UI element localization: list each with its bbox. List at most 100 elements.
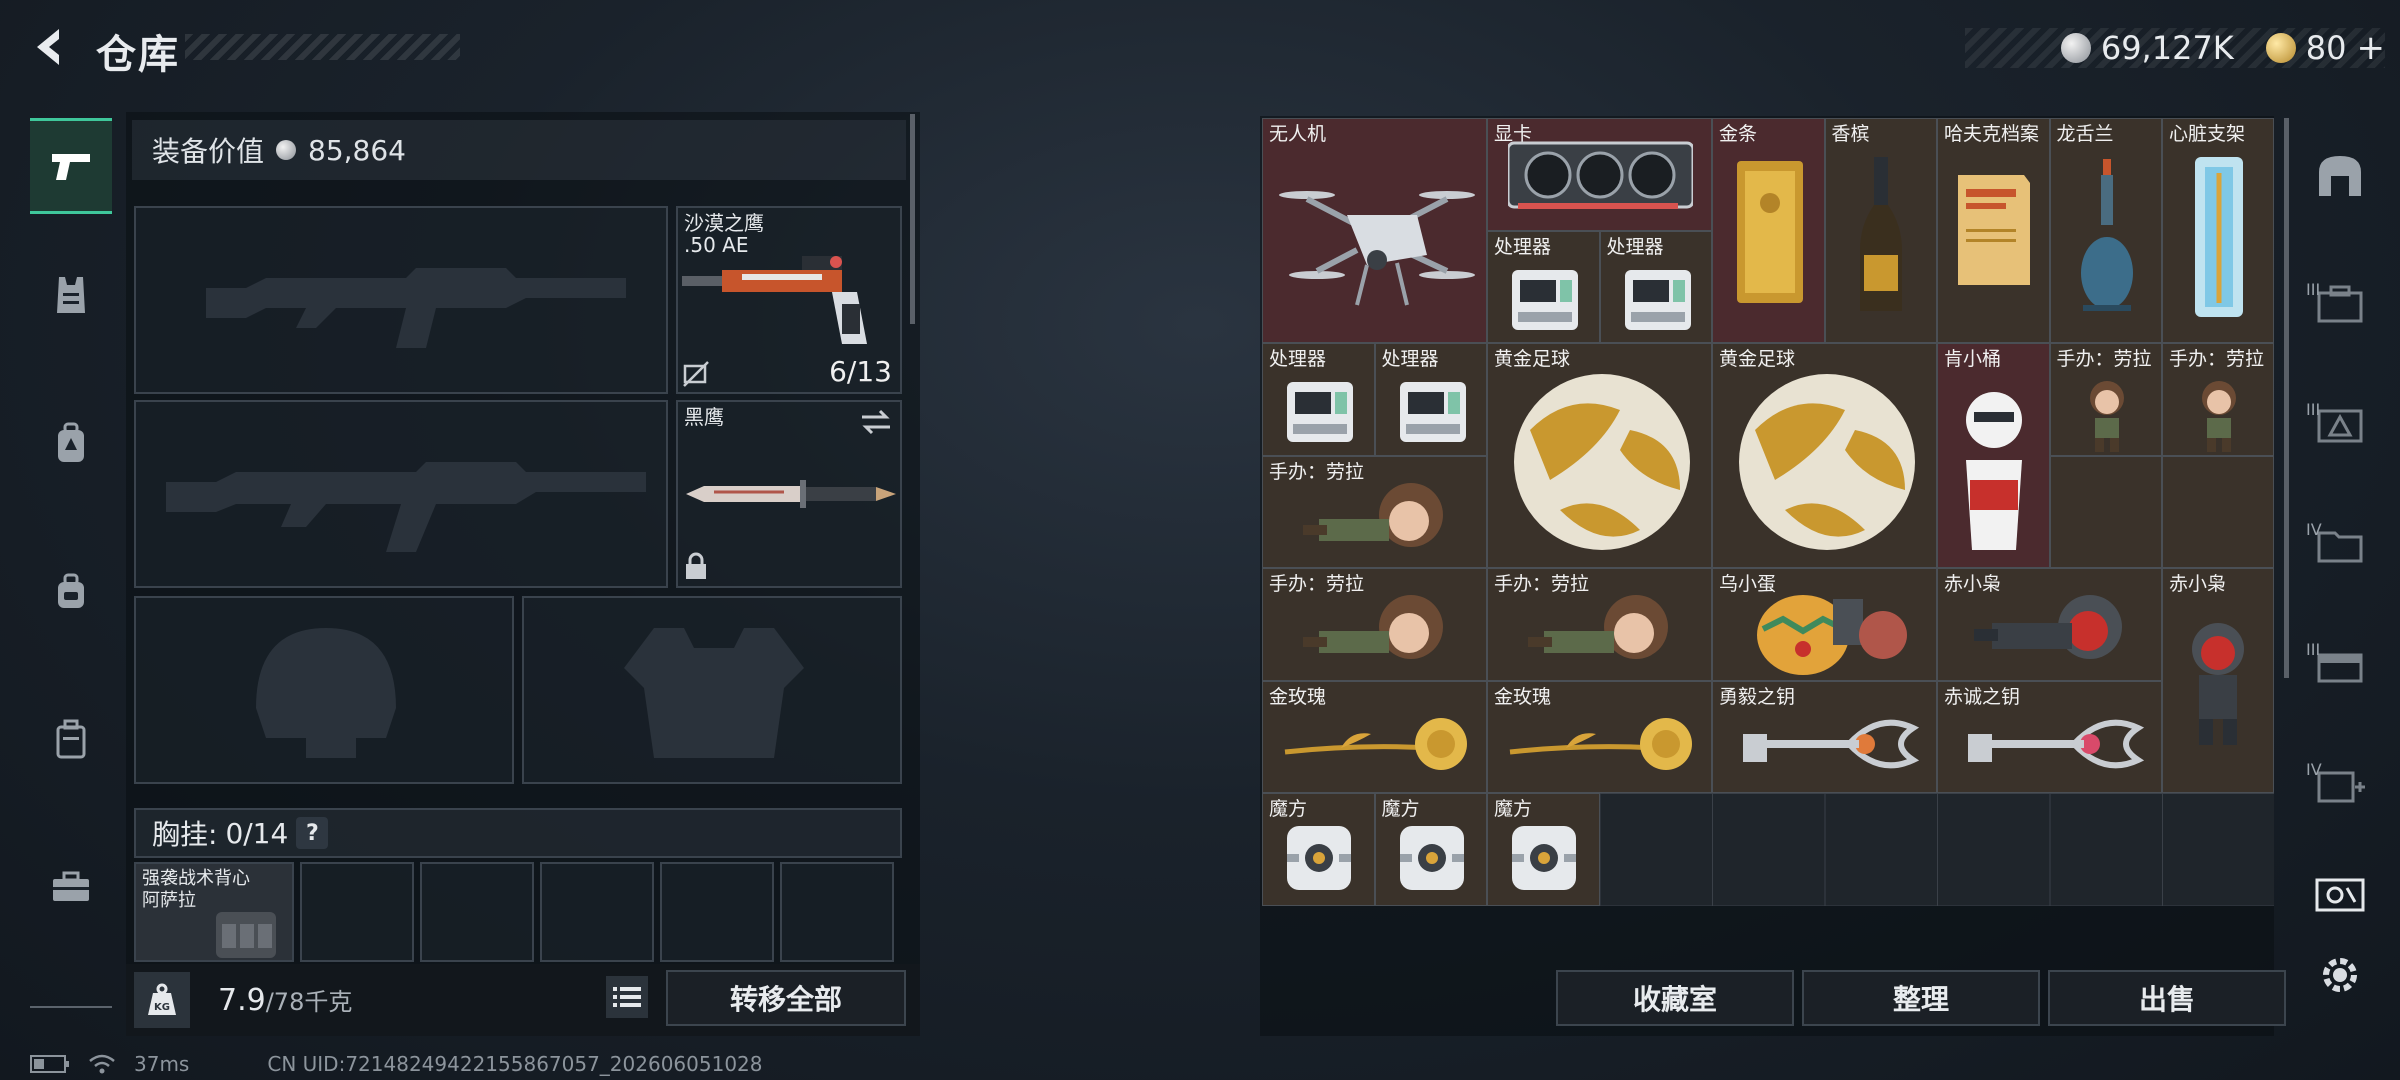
nav-bag[interactable]: [30, 546, 112, 636]
item-name: 魔方: [1494, 798, 1533, 820]
back-button[interactable]: [24, 22, 74, 72]
nav-toolbox[interactable]: [30, 842, 112, 932]
chest-slot-empty[interactable]: [540, 862, 654, 962]
uid-text: CN UID:7214824942215586705​7_20260605102…: [267, 1052, 763, 1076]
ticket-icon: [2315, 878, 2365, 912]
item-courage-key[interactable]: 勇毅之钥: [1712, 680, 1937, 793]
item-haffk-file[interactable]: 哈夫克档案: [1937, 118, 2050, 343]
item-rubik-cube[interactable]: 魔方: [1374, 793, 1487, 906]
item-cpu[interactable]: 处理器: [1374, 343, 1487, 456]
vest-icon: [57, 277, 85, 313]
item-rubik-cube[interactable]: 魔方: [1487, 793, 1600, 906]
gold-currency[interactable]: 80 +: [2265, 28, 2386, 68]
item-wu-egg[interactable]: 乌小蛋: [1712, 568, 1937, 681]
gold-rose-image: [1509, 717, 1692, 770]
item-gold-bar[interactable]: 金条: [1712, 118, 1825, 343]
gold-amount: 80: [2305, 29, 2347, 67]
item-lara-figure[interactable]: 手办：劳拉: [1262, 568, 1487, 681]
swap-icon[interactable]: [860, 408, 892, 436]
chest-rig-bar: 胸挂: 0/14 ?: [134, 808, 902, 858]
chest-slot-empty[interactable]: [300, 862, 414, 962]
helmet-silhouette-icon: [256, 628, 396, 758]
item-cpu[interactable]: 处理器: [1599, 230, 1712, 343]
item-gold-rose[interactable]: 金玫瑰: [1487, 680, 1712, 793]
settings-button[interactable]: [2290, 930, 2390, 1020]
left-scrollbar[interactable]: [910, 114, 915, 324]
nav-weapons[interactable]: [30, 118, 112, 214]
transfer-all-button[interactable]: 转移全部: [666, 970, 906, 1026]
nav-backpack[interactable]: [30, 398, 112, 488]
silver-coin-icon: [276, 140, 297, 160]
owl-figure-image: [2192, 623, 2244, 745]
help-button[interactable]: ?: [296, 817, 329, 849]
melee-slot[interactable]: 黑鹰: [676, 400, 902, 588]
golden-football-image: [1739, 374, 1915, 550]
armor-slot[interactable]: [522, 596, 902, 784]
item-golden-football[interactable]: 黄金足球: [1712, 343, 1937, 568]
item-cpu[interactable]: 处理器: [1262, 343, 1375, 456]
plus-icon: +: [2356, 28, 2386, 68]
sidearm-slot[interactable]: 沙漠之鹰 .50 AE 6/13: [676, 206, 902, 394]
figure-bucket-image: [1966, 392, 2022, 550]
item-name: 处理器: [1606, 235, 1664, 258]
item-red-owl[interactable]: 赤小枭: [1937, 568, 2162, 681]
primary-weapon-slot[interactable]: [134, 206, 668, 394]
tab-add-iv[interactable]: IV: [2290, 740, 2390, 830]
item-ken-bucket[interactable]: 肯小桶: [1937, 343, 2050, 568]
tab-case-iii[interactable]: III: [2290, 260, 2390, 350]
grid-cell-empty[interactable]: [2162, 455, 2274, 568]
item-rubik-cube[interactable]: 魔方: [1262, 793, 1375, 906]
weight-current: 7.9: [218, 983, 266, 1018]
item-drone[interactable]: 无人机: [1262, 118, 1487, 343]
chest-slot-empty[interactable]: [660, 862, 774, 962]
tab-ticket[interactable]: [2290, 850, 2390, 940]
silver-currency[interactable]: 69,127K: [2060, 29, 2234, 67]
tab-arch[interactable]: [2290, 130, 2390, 220]
item-champagne[interactable]: 香槟: [1824, 118, 1937, 343]
grid-scrollbar[interactable]: [2284, 118, 2289, 678]
rifle-silhouette-icon: [206, 268, 626, 348]
item-golden-football[interactable]: 黄金足球: [1487, 343, 1712, 568]
tab-folder-iv[interactable]: IV: [2290, 500, 2390, 590]
battery-icon: [30, 1055, 69, 1073]
tab-box-iii[interactable]: III: [2290, 620, 2390, 710]
sort-button[interactable]: 整理: [1802, 970, 2040, 1026]
list-view-button[interactable]: [606, 976, 648, 1018]
chest-slot-empty[interactable]: [420, 862, 534, 962]
item-name: 赤小枭: [2169, 573, 2227, 595]
item-red-owl[interactable]: 赤小枭: [2162, 568, 2274, 793]
ping-value: 37ms: [134, 1052, 190, 1076]
chest-slot-empty[interactable]: [780, 862, 894, 962]
item-sincerity-key[interactable]: 赤诚之钥: [1937, 680, 2162, 793]
kg-text: KG: [154, 1002, 170, 1013]
nav-vest[interactable]: [30, 250, 112, 340]
chest-item-slot[interactable]: 强袭战术背心 阿萨拉: [134, 862, 294, 962]
item-lara-figure[interactable]: 手办：劳拉: [1487, 568, 1712, 681]
item-gpu[interactable]: 显卡: [1487, 118, 1712, 231]
item-name: 黄金足球: [1719, 348, 1796, 370]
gear-icon: [2323, 958, 2357, 992]
collection-room-button[interactable]: 收藏室: [1556, 970, 1794, 1026]
secondary-weapon-slot[interactable]: [134, 400, 668, 588]
title-decoration: [185, 34, 460, 60]
weight-max: /78千克: [265, 988, 353, 1016]
item-heart-stent[interactable]: 心脏支架: [2162, 118, 2274, 343]
owl-figure-lying-image: [1974, 595, 2122, 659]
add-icon: [2317, 771, 2365, 803]
item-tequila[interactable]: 龙舌兰: [2049, 118, 2162, 343]
item-cpu[interactable]: 处理器: [1487, 230, 1600, 343]
sell-button[interactable]: 出售: [2048, 970, 2286, 1026]
key-image: [1743, 719, 1919, 768]
chest-item-name: 强袭战术背心: [142, 868, 250, 889]
item-gold-rose[interactable]: 金玫瑰: [1262, 680, 1487, 793]
item-lara-figure[interactable]: 手办：劳拉: [2049, 343, 2162, 456]
chest-rig-count: 0/14: [225, 816, 289, 850]
grid-cell-empty[interactable]: [2049, 455, 2162, 568]
item-lara-figure[interactable]: 手办：劳拉: [1262, 455, 1487, 568]
helmet-slot[interactable]: [134, 596, 514, 784]
box-icon: [2317, 653, 2363, 683]
tab-case-iii-triangle[interactable]: III: [2290, 380, 2390, 470]
case-icon: [56, 719, 86, 759]
item-lara-figure[interactable]: 手办：劳拉: [2162, 343, 2274, 456]
nav-case[interactable]: [30, 694, 112, 784]
